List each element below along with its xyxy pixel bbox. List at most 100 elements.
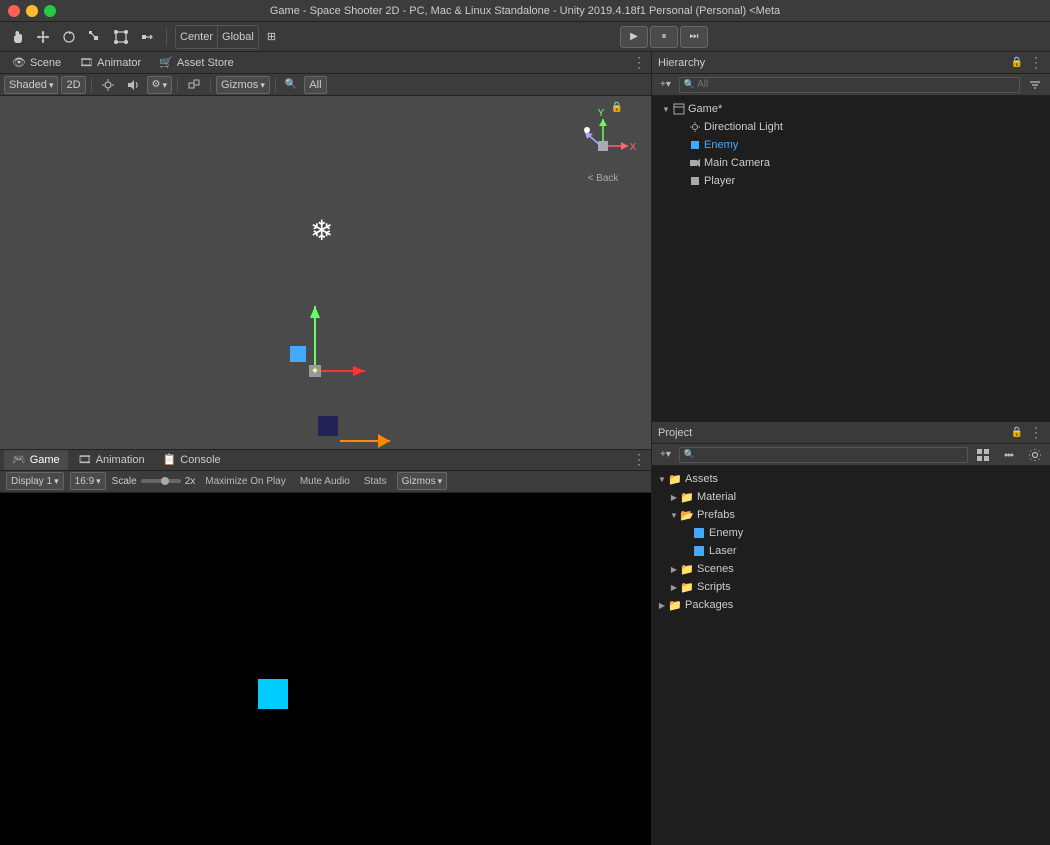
project-search[interactable]: 🔍 xyxy=(679,447,968,463)
mute-audio-button[interactable]: Mute Audio xyxy=(296,474,354,489)
project-menu[interactable]: ⋮ xyxy=(1028,425,1044,441)
project-toolbar: +▾ 🔍 xyxy=(652,444,1050,466)
display-dropdown[interactable]: Display 1 xyxy=(6,472,64,490)
tab-asset-store[interactable]: 🛒 Asset Store xyxy=(151,53,242,73)
hierarchy-light-label: Directional Light xyxy=(704,121,783,133)
project-assets-label: Assets xyxy=(685,473,718,485)
lighting-btn[interactable] xyxy=(97,76,119,94)
fx-chevron xyxy=(163,79,168,91)
audio-btn[interactable] xyxy=(122,76,144,94)
game-tabs: 🎮 Game 🎞 Animation 📋 Console ⋮ xyxy=(0,449,651,471)
close-button[interactable] xyxy=(8,5,20,17)
game-viewport[interactable] xyxy=(0,493,651,845)
direction-arrow xyxy=(340,426,410,449)
all-dropdown[interactable]: All xyxy=(304,76,326,94)
pivot-icon[interactable]: ⊞ xyxy=(263,26,280,48)
hand-tool[interactable] xyxy=(6,26,28,48)
project-item-prefabs[interactable]: ▼ 📂 Prefabs xyxy=(652,506,1050,524)
search-icon-scene[interactable]: 🔍 xyxy=(281,76,301,94)
tab-game[interactable]: 🎮 Game xyxy=(4,450,68,470)
animator-tab-icon: 🎞 xyxy=(79,56,93,69)
project-item-enemy-prefab[interactable]: Enemy xyxy=(652,524,1050,542)
hierarchy-item-directional-light[interactable]: Directional Light xyxy=(652,118,1050,136)
rotate-tool[interactable] xyxy=(58,26,80,48)
hierarchy-search[interactable]: 🔍 xyxy=(679,77,1020,93)
game-tabs-menu[interactable]: ⋮ xyxy=(631,452,647,468)
project-scenes-label: Scenes xyxy=(697,563,734,575)
maximize-button[interactable] xyxy=(44,5,56,17)
hierarchy-menu[interactable]: ⋮ xyxy=(1028,55,1044,71)
tab-scene[interactable]: 👁 Scene xyxy=(4,53,69,73)
hierarchy-toolbar: +▾ 🔍 xyxy=(652,74,1050,96)
pause-button[interactable]: ⏸ xyxy=(650,26,678,48)
project-item-scenes[interactable]: ▶ 📁 Scenes xyxy=(652,560,1050,578)
project-search-input[interactable] xyxy=(697,449,963,460)
step-button[interactable]: ⏭ xyxy=(680,26,708,48)
project-view-btn[interactable] xyxy=(972,446,994,464)
stats-button[interactable]: Stats xyxy=(360,474,391,489)
project-item-scripts[interactable]: ▶ 📁 Scripts xyxy=(652,578,1050,596)
console-tab-icon: 📋 xyxy=(163,453,177,466)
enemy-icon xyxy=(688,138,702,152)
2d-button[interactable]: 2D xyxy=(61,76,85,94)
maximize-on-play-button[interactable]: Maximize On Play xyxy=(201,474,290,489)
tab-animation[interactable]: 🎞 Animation xyxy=(70,450,153,470)
rect-tool[interactable] xyxy=(110,26,132,48)
scene-tabs-menu[interactable]: ⋮ xyxy=(631,55,647,71)
hierarchy-item-enemy[interactable]: Enemy xyxy=(652,136,1050,154)
hierarchy-item-player[interactable]: Player xyxy=(652,172,1050,190)
aspect-dropdown[interactable]: 16:9 xyxy=(70,472,106,490)
play-button[interactable]: ▶ xyxy=(620,26,648,48)
assets-folder-icon: 📁 xyxy=(668,472,682,486)
global-button[interactable]: Global xyxy=(218,26,258,48)
hierarchy-item-main-camera[interactable]: Main Camera xyxy=(652,154,1050,172)
hierarchy-panel: Hierarchy 🔒 ⋮ +▾ 🔍 ▼ xyxy=(652,52,1050,422)
scene-toolbar: Shaded 2D ⚙ xyxy=(0,74,651,96)
animation-tab-icon: 🎞 xyxy=(78,453,92,466)
main-area: 👁 Scene 🎞 Animator 🛒 Asset Store ⋮ Shade… xyxy=(0,52,1050,845)
hierarchy-lock[interactable]: 🔒 xyxy=(1010,56,1024,70)
project-add-btn[interactable]: +▾ xyxy=(656,446,675,464)
scene-tab-label: Scene xyxy=(30,57,61,69)
svg-text:✦: ✦ xyxy=(311,366,319,377)
title-bar: Game - Space Shooter 2D - PC, Mac & Linu… xyxy=(0,0,1050,22)
transform-tool[interactable] xyxy=(136,26,158,48)
hierarchy-title: Hierarchy xyxy=(658,57,705,69)
center-button[interactable]: Center xyxy=(176,26,218,48)
fx-btn[interactable]: ⚙ xyxy=(147,76,173,94)
hierarchy-game-label: Game* xyxy=(688,103,722,115)
project-item-material[interactable]: ▶ 📁 Material xyxy=(652,488,1050,506)
game-player-object xyxy=(258,679,288,709)
scale-tool[interactable] xyxy=(84,26,106,48)
laser-prefab-icon xyxy=(692,544,706,558)
scale-slider[interactable] xyxy=(141,479,181,483)
tab-console[interactable]: 📋 Console xyxy=(155,450,229,470)
tab-animator[interactable]: 🎞 Animator xyxy=(71,53,149,73)
move-tool[interactable] xyxy=(32,26,54,48)
scene-tabs: 👁 Scene 🎞 Animator 🛒 Asset Store ⋮ xyxy=(0,52,651,74)
scene-object-cloud: ❄ xyxy=(310,214,333,247)
hierarchy-sort-btn[interactable] xyxy=(1024,76,1046,94)
project-settings-btn[interactable] xyxy=(1024,446,1046,464)
gizmos-chevron xyxy=(260,79,265,91)
project-panel: Project 🔒 ⋮ +▾ 🔍 xyxy=(652,422,1050,845)
project-item-assets[interactable]: ▼ 📁 Assets xyxy=(652,470,1050,488)
material-folder-icon: 📁 xyxy=(680,490,694,504)
scene-viewport[interactable]: 🔒 Y X xyxy=(0,96,651,449)
hidden-btn[interactable] xyxy=(183,76,205,94)
console-tab-label: Console xyxy=(180,454,220,466)
project-item-laser-prefab[interactable]: Laser xyxy=(652,542,1050,560)
project-lock[interactable]: 🔒 xyxy=(1010,426,1024,440)
minimize-button[interactable] xyxy=(26,5,38,17)
hierarchy-add-btn[interactable]: +▾ xyxy=(656,76,675,94)
hierarchy-item-game[interactable]: ▼ Game* xyxy=(652,100,1050,118)
hierarchy-player-label: Player xyxy=(704,175,735,187)
window-controls xyxy=(8,5,56,17)
project-sort-btn2[interactable] xyxy=(998,446,1020,464)
project-item-packages[interactable]: ▶ 📁 Packages xyxy=(652,596,1050,614)
gizmos-dropdown[interactable]: Gizmos xyxy=(216,76,270,94)
gizmos-game-dropdown[interactable]: Gizmos xyxy=(397,472,447,490)
asset-store-label: Asset Store xyxy=(177,57,234,69)
hierarchy-search-input[interactable] xyxy=(697,79,1015,90)
shaded-dropdown[interactable]: Shaded xyxy=(4,76,58,94)
